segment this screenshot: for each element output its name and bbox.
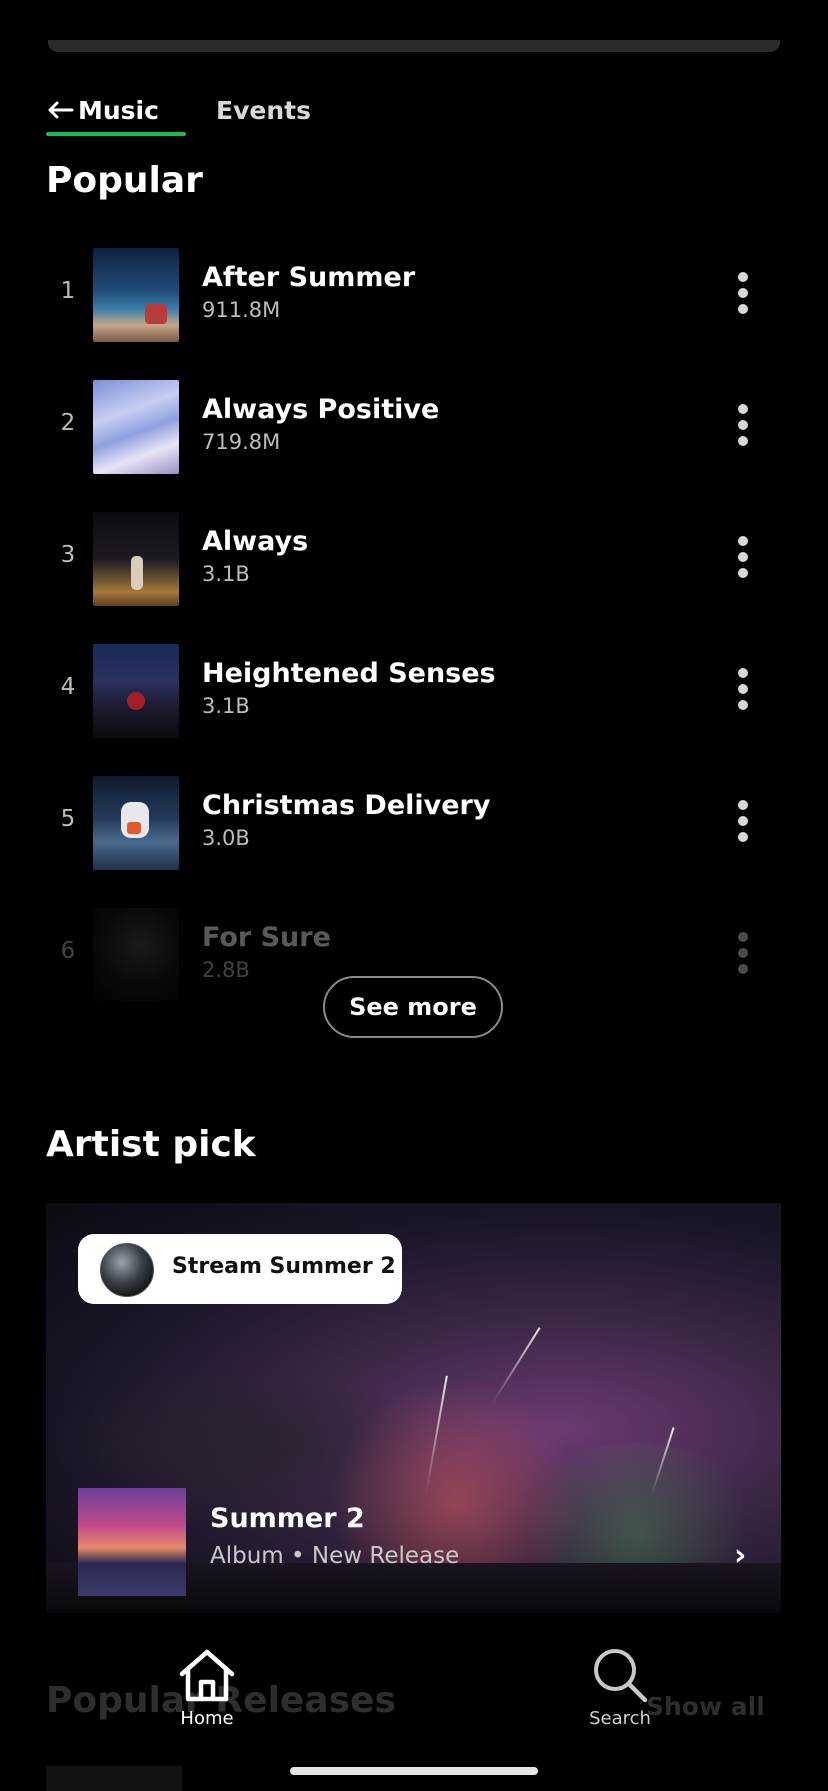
track-rank: 4 <box>60 674 76 700</box>
shooting-star <box>491 1327 541 1405</box>
track-title: Heightened Senses <box>202 658 496 689</box>
more-options-icon[interactable] <box>736 932 748 978</box>
track-thumbnail <box>93 380 179 474</box>
more-options-icon[interactable] <box>736 404 748 450</box>
track-rank: 5 <box>60 806 76 832</box>
track-row-4[interactable]: 4 Heightened Senses 3.1B <box>46 644 778 738</box>
release-thumbnail <box>46 1766 182 1791</box>
tab-events-label: Events <box>216 95 311 125</box>
track-thumbnail <box>93 644 179 738</box>
track-title: Always Positive <box>202 394 440 425</box>
album-title: Summer 2 <box>210 1503 365 1534</box>
album-subtitle: Album • New Release <box>210 1543 460 1569</box>
track-play-count: 3.1B <box>202 694 250 718</box>
more-options-icon[interactable] <box>736 272 748 318</box>
track-title: For Sure <box>202 922 331 953</box>
more-options-icon[interactable] <box>736 668 748 714</box>
album-cover <box>78 1488 186 1596</box>
track-rank: 1 <box>60 278 76 304</box>
track-play-count: 3.0B <box>202 826 250 850</box>
track-title: Christmas Delivery <box>202 790 491 821</box>
tab-music[interactable]: Music <box>46 86 186 134</box>
track-play-count: 2.8B <box>202 958 250 982</box>
back-arrow-icon[interactable] <box>46 100 74 120</box>
track-row-1[interactable]: 1 After Summer 911.8M <box>46 248 778 342</box>
track-play-count: 3.1B <box>202 562 250 586</box>
tab-events[interactable]: Events <box>216 86 311 134</box>
nav-search-label: Search <box>589 1708 651 1729</box>
artist-pick-card[interactable]: Stream Summer 2 Summer 2 Album • New Rel… <box>46 1203 781 1613</box>
see-more-button[interactable]: See more <box>323 976 503 1038</box>
nav-search[interactable]: Search <box>560 1644 680 1729</box>
home-icon <box>179 1649 235 1702</box>
track-thumbnail <box>93 512 179 606</box>
tab-bar: Music Events <box>46 86 786 138</box>
home-indicator <box>290 1767 538 1775</box>
chevron-right-icon[interactable]: › <box>734 1538 746 1573</box>
stream-pill-label: Stream Summer 2 <box>172 1254 396 1279</box>
track-row-2[interactable]: 2 Always Positive 719.8M <box>46 380 778 474</box>
track-thumbnail <box>93 776 179 870</box>
search-icon <box>594 1649 648 1703</box>
active-tab-indicator <box>46 132 186 136</box>
track-row-3[interactable]: 3 Always 3.1B <box>46 512 778 606</box>
scroll-top-edge <box>48 40 780 52</box>
nav-home-label: Home <box>180 1708 234 1729</box>
track-title: After Summer <box>202 262 416 293</box>
track-row-5[interactable]: 5 Christmas Delivery 3.0B <box>46 776 778 870</box>
track-rank: 2 <box>60 410 76 436</box>
track-rank: 3 <box>60 542 76 568</box>
track-rank: 6 <box>60 938 76 964</box>
track-play-count: 719.8M <box>202 430 281 454</box>
more-options-icon[interactable] <box>736 536 748 582</box>
tab-music-label: Music <box>78 95 159 125</box>
artist-pick-heading: Artist pick <box>46 1124 256 1165</box>
stream-pill-button[interactable]: Stream Summer 2 <box>78 1234 402 1304</box>
track-title: Always <box>202 526 309 557</box>
nav-home[interactable]: Home <box>147 1644 267 1729</box>
track-thumbnail <box>93 908 179 1002</box>
artist-avatar <box>100 1243 154 1297</box>
popular-heading: Popular <box>46 160 203 201</box>
track-play-count: 911.8M <box>202 298 281 322</box>
more-options-icon[interactable] <box>736 800 748 846</box>
track-thumbnail <box>93 248 179 342</box>
